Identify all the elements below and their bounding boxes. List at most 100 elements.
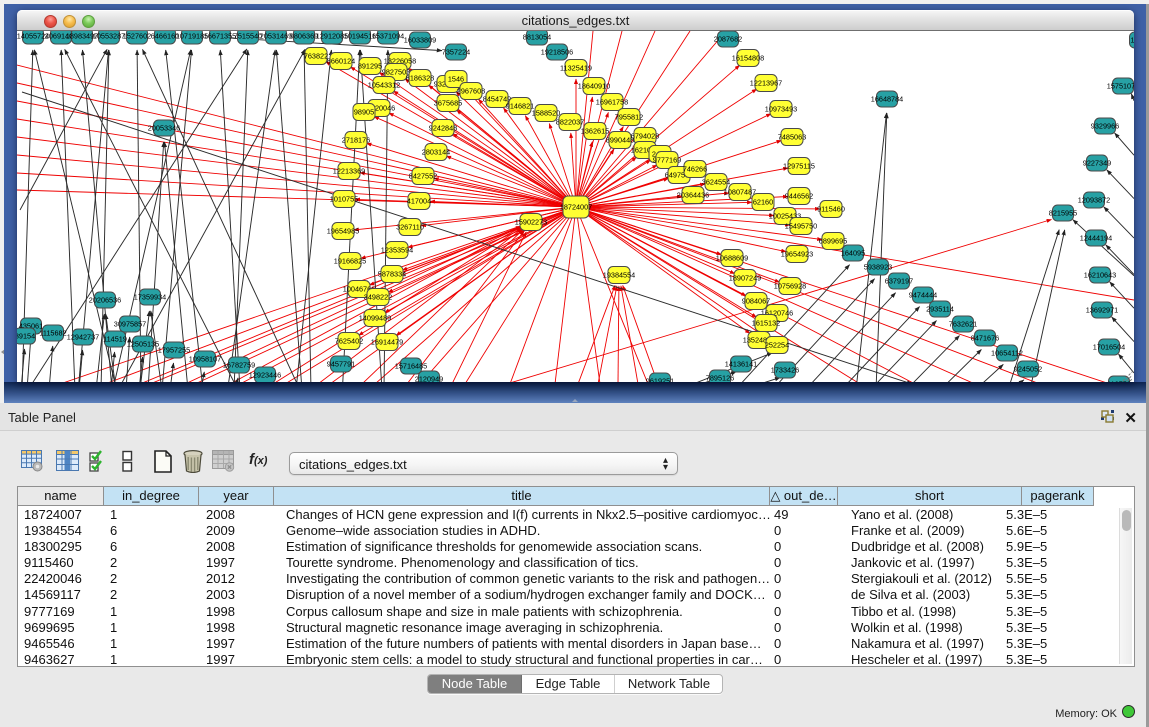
svg-text:9806369: 9806369	[290, 32, 318, 41]
svg-text:12093872: 12093872	[1078, 196, 1110, 205]
svg-text:19218506: 19218506	[541, 48, 573, 57]
svg-text:11325419: 11325419	[560, 64, 592, 73]
svg-text:1615132: 1615132	[752, 319, 780, 328]
svg-text:16914479: 16914479	[371, 338, 403, 347]
svg-text:12444194: 12444194	[1080, 234, 1112, 243]
svg-text:3624554: 3624554	[702, 178, 730, 187]
svg-text:12975115: 12975115	[783, 162, 815, 171]
svg-text:8427552: 8427552	[409, 172, 437, 181]
svg-text:10958107: 10958107	[189, 355, 221, 364]
svg-text:5938923: 5938923	[864, 263, 892, 272]
svg-text:9457791: 9457791	[327, 360, 355, 369]
svg-text:9474444: 9474444	[909, 291, 937, 300]
svg-text:114519: 114519	[103, 335, 127, 344]
svg-text:15716485: 15716485	[395, 362, 427, 371]
svg-text:2087682: 2087682	[714, 35, 742, 44]
svg-text:9245052: 9245052	[1014, 365, 1042, 374]
svg-text:12942737: 12942737	[67, 333, 99, 342]
svg-text:17016504: 17016504	[1093, 343, 1125, 352]
svg-text:8186328: 8186328	[406, 74, 434, 83]
svg-text:1010755: 1010755	[330, 195, 358, 204]
svg-text:9777169: 9777169	[653, 156, 681, 165]
svg-text:2935114: 2935114	[926, 305, 954, 314]
svg-text:19654923: 19654923	[781, 250, 813, 259]
svg-text:19654985: 19654985	[327, 227, 359, 236]
svg-text:1588520: 1588520	[532, 109, 560, 118]
svg-text:7895126: 7895126	[706, 374, 734, 383]
svg-text:3675685: 3675685	[434, 99, 462, 108]
svg-text:7357224: 7357224	[442, 48, 470, 57]
svg-text:18640910: 18640910	[578, 82, 610, 91]
svg-text:1733426: 1733426	[771, 366, 799, 375]
svg-text:39154: 39154	[17, 332, 35, 341]
svg-text:417004: 417004	[407, 197, 431, 206]
svg-text:1527602: 1527602	[123, 32, 151, 41]
svg-text:9446562: 9446562	[785, 192, 813, 201]
svg-text:1546: 1546	[448, 75, 464, 84]
svg-text:3267110: 3267110	[396, 223, 424, 232]
svg-text:6794028: 6794028	[631, 132, 659, 141]
svg-text:9242848: 9242848	[429, 124, 457, 133]
svg-text:7515540: 7515540	[234, 32, 262, 41]
svg-text:10543312: 10543312	[368, 81, 400, 90]
svg-text:15751074: 15751074	[1107, 82, 1134, 91]
svg-text:9146821: 9146821	[506, 102, 534, 111]
svg-text:10654112: 10654112	[991, 349, 1023, 358]
svg-text:7632621: 7632621	[949, 320, 977, 329]
svg-text:2120949: 2120949	[415, 375, 443, 383]
svg-text:9619251: 9619251	[646, 377, 674, 383]
svg-text:1362615: 1362615	[581, 127, 609, 136]
svg-text:12923446: 12923446	[249, 371, 281, 380]
svg-text:12353594: 12353594	[381, 246, 413, 255]
svg-text:3498222: 3498222	[364, 293, 392, 302]
svg-text:9115460: 9115460	[817, 205, 845, 214]
svg-text:6379197: 6379197	[885, 277, 913, 286]
svg-text:16033809: 16033809	[404, 36, 436, 45]
svg-text:98905: 98905	[354, 108, 374, 117]
svg-text:62160: 62160	[753, 198, 773, 207]
svg-text:8660124: 8660124	[327, 57, 355, 66]
svg-text:12213369: 12213369	[333, 167, 365, 176]
svg-text:8215955: 8215955	[1049, 209, 1077, 218]
svg-text:7485063: 7485063	[778, 133, 806, 142]
svg-text:20206536: 20206536	[89, 296, 121, 305]
svg-text:20364436: 20364436	[677, 191, 709, 200]
svg-text:19166825: 19166825	[334, 257, 366, 266]
svg-text:2967608: 2967608	[457, 87, 485, 96]
svg-text:763822: 763822	[304, 52, 328, 61]
svg-text:10807487: 10807487	[724, 188, 756, 197]
svg-text:8813054: 8813054	[523, 33, 551, 42]
svg-text:1115682: 1115682	[39, 329, 66, 338]
svg-text:9329966: 9329966	[1091, 122, 1119, 131]
svg-text:17359934: 17359934	[134, 293, 166, 302]
svg-text:12213967: 12213967	[750, 79, 782, 88]
svg-text:9227349: 9227349	[1083, 159, 1111, 168]
svg-text:9084067: 9084067	[742, 297, 770, 306]
svg-text:746266: 746266	[683, 165, 707, 174]
svg-text:20531469: 20531469	[260, 32, 292, 41]
svg-text:10973493: 10973493	[765, 105, 797, 114]
svg-text:15495750: 15495750	[785, 222, 817, 231]
svg-text:14136141: 14136141	[725, 360, 757, 369]
svg-text:11173: 11173	[1130, 36, 1134, 45]
svg-text:20053346: 20053346	[148, 124, 180, 133]
svg-text:10553287: 10553287	[93, 32, 125, 41]
svg-text:6899695: 6899695	[819, 237, 847, 246]
svg-text:10756928: 10756928	[774, 282, 806, 291]
svg-text:16671355: 16671355	[204, 32, 236, 41]
svg-text:164095: 164095	[841, 249, 865, 258]
svg-text:2718176: 2718176	[342, 136, 370, 145]
svg-text:7625402: 7625402	[335, 337, 363, 346]
svg-text:12505135: 12505135	[127, 340, 159, 349]
svg-text:16782759: 16782759	[223, 361, 255, 370]
svg-text:2803144: 2803144	[422, 148, 450, 157]
svg-text:16961758: 16961758	[596, 98, 628, 107]
svg-text:16648784: 16648784	[871, 95, 903, 104]
svg-text:13692971: 13692971	[1086, 306, 1118, 315]
svg-text:891295: 891295	[358, 62, 382, 71]
svg-text:14099489: 14099489	[359, 314, 391, 323]
svg-text:7955812: 7955812	[615, 113, 643, 122]
svg-text:10688609: 10688609	[716, 254, 748, 263]
svg-text:30975857: 30975857	[114, 320, 146, 329]
svg-text:18907249: 18907249	[729, 274, 761, 283]
